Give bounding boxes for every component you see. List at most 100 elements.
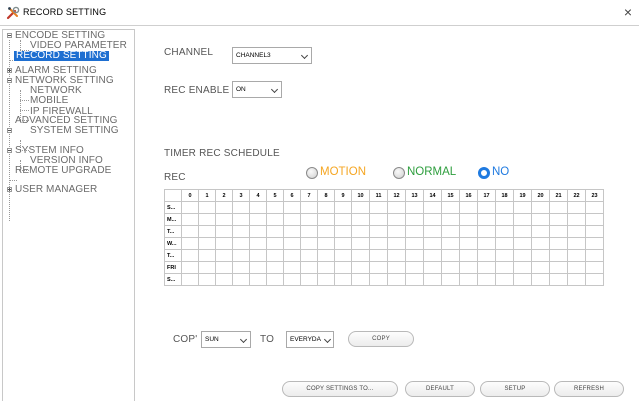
schedule-cell[interactable] <box>334 225 352 238</box>
copy-to-select[interactable]: EVERYDA <box>286 331 334 348</box>
schedule-cell[interactable] <box>351 261 370 274</box>
schedule-cell[interactable] <box>181 201 199 214</box>
schedule-cell[interactable] <box>513 225 532 238</box>
schedule-cell[interactable] <box>198 225 216 238</box>
expand-icon[interactable] <box>7 68 12 73</box>
schedule-cell[interactable] <box>585 249 604 262</box>
schedule-cell[interactable] <box>266 237 284 250</box>
schedule-cell[interactable] <box>300 225 318 238</box>
schedule-cell[interactable] <box>459 273 478 286</box>
schedule-cell[interactable] <box>266 201 284 214</box>
schedule-cell[interactable] <box>423 225 442 238</box>
schedule-cell[interactable] <box>283 249 301 262</box>
schedule-cell[interactable] <box>387 249 406 262</box>
schedule-cell[interactable] <box>567 273 586 286</box>
schedule-cell[interactable] <box>495 273 514 286</box>
schedule-cell[interactable] <box>567 201 586 214</box>
schedule-cell[interactable] <box>181 237 199 250</box>
schedule-cell[interactable] <box>215 261 233 274</box>
schedule-cell[interactable] <box>351 237 370 250</box>
schedule-cell[interactable] <box>423 273 442 286</box>
schedule-cell[interactable] <box>232 213 250 226</box>
schedule-cell[interactable] <box>585 261 604 274</box>
schedule-cell[interactable] <box>549 201 568 214</box>
schedule-cell[interactable] <box>567 249 586 262</box>
schedule-cell[interactable] <box>423 261 442 274</box>
schedule-cell[interactable] <box>531 213 550 226</box>
schedule-cell[interactable] <box>387 225 406 238</box>
collapse-icon[interactable] <box>7 128 12 133</box>
schedule-cell[interactable] <box>369 225 388 238</box>
schedule-cell[interactable] <box>369 273 388 286</box>
schedule-cell[interactable] <box>549 261 568 274</box>
schedule-cell[interactable] <box>351 201 370 214</box>
schedule-cell[interactable] <box>317 201 335 214</box>
schedule-cell[interactable] <box>477 201 496 214</box>
schedule-cell[interactable] <box>585 201 604 214</box>
refresh-button[interactable]: REFRESH <box>554 381 624 397</box>
schedule-cell[interactable] <box>215 201 233 214</box>
schedule-cell[interactable] <box>405 261 424 274</box>
expand-icon[interactable] <box>7 187 12 192</box>
schedule-cell[interactable] <box>215 237 233 250</box>
schedule-cell[interactable] <box>266 249 284 262</box>
schedule-cell[interactable] <box>317 225 335 238</box>
schedule-cell[interactable] <box>477 249 496 262</box>
schedule-cell[interactable] <box>351 249 370 262</box>
schedule-cell[interactable] <box>300 273 318 286</box>
schedule-cell[interactable] <box>266 261 284 274</box>
schedule-cell[interactable] <box>459 201 478 214</box>
schedule-cell[interactable] <box>249 225 267 238</box>
schedule-cell[interactable] <box>369 261 388 274</box>
schedule-cell[interactable] <box>441 237 460 250</box>
schedule-cell[interactable] <box>215 249 233 262</box>
schedule-cell[interactable] <box>477 225 496 238</box>
schedule-cell[interactable] <box>585 213 604 226</box>
schedule-cell[interactable] <box>531 249 550 262</box>
copy-button[interactable]: COPY <box>348 331 414 347</box>
setup-button[interactable]: SETUP <box>480 381 550 397</box>
schedule-cell[interactable] <box>531 225 550 238</box>
schedule-cell[interactable] <box>198 213 216 226</box>
schedule-cell[interactable] <box>531 273 550 286</box>
schedule-cell[interactable] <box>387 213 406 226</box>
schedule-cell[interactable] <box>181 225 199 238</box>
schedule-cell[interactable] <box>249 213 267 226</box>
schedule-cell[interactable] <box>549 237 568 250</box>
schedule-cell[interactable] <box>495 213 514 226</box>
schedule-cell[interactable] <box>181 213 199 226</box>
copy-settings-button[interactable]: COPY SETTINGS TO... <box>282 381 398 397</box>
schedule-cell[interactable] <box>387 237 406 250</box>
schedule-cell[interactable] <box>317 261 335 274</box>
schedule-cell[interactable] <box>369 249 388 262</box>
schedule-cell[interactable] <box>405 213 424 226</box>
schedule-cell[interactable] <box>513 249 532 262</box>
schedule-cell[interactable] <box>300 249 318 262</box>
schedule-cell[interactable] <box>249 261 267 274</box>
schedule-cell[interactable] <box>531 237 550 250</box>
schedule-cell[interactable] <box>423 213 442 226</box>
schedule-cell[interactable] <box>423 237 442 250</box>
schedule-cell[interactable] <box>351 213 370 226</box>
schedule-cell[interactable] <box>459 213 478 226</box>
schedule-cell[interactable] <box>531 201 550 214</box>
schedule-cell[interactable] <box>387 273 406 286</box>
schedule-cell[interactable] <box>334 201 352 214</box>
collapse-icon[interactable] <box>7 148 12 153</box>
schedule-cell[interactable] <box>513 213 532 226</box>
schedule-cell[interactable] <box>459 237 478 250</box>
schedule-cell[interactable] <box>317 249 335 262</box>
schedule-cell[interactable] <box>232 273 250 286</box>
schedule-cell[interactable] <box>334 261 352 274</box>
schedule-cell[interactable] <box>531 261 550 274</box>
schedule-cell[interactable] <box>513 237 532 250</box>
schedule-cell[interactable] <box>334 249 352 262</box>
schedule-cell[interactable] <box>232 249 250 262</box>
rec-enable-select[interactable]: ON <box>232 81 282 98</box>
schedule-cell[interactable] <box>441 249 460 262</box>
schedule-cell[interactable] <box>477 237 496 250</box>
schedule-cell[interactable] <box>441 261 460 274</box>
schedule-cell[interactable] <box>181 261 199 274</box>
schedule-cell[interactable] <box>300 213 318 226</box>
schedule-cell[interactable] <box>405 249 424 262</box>
